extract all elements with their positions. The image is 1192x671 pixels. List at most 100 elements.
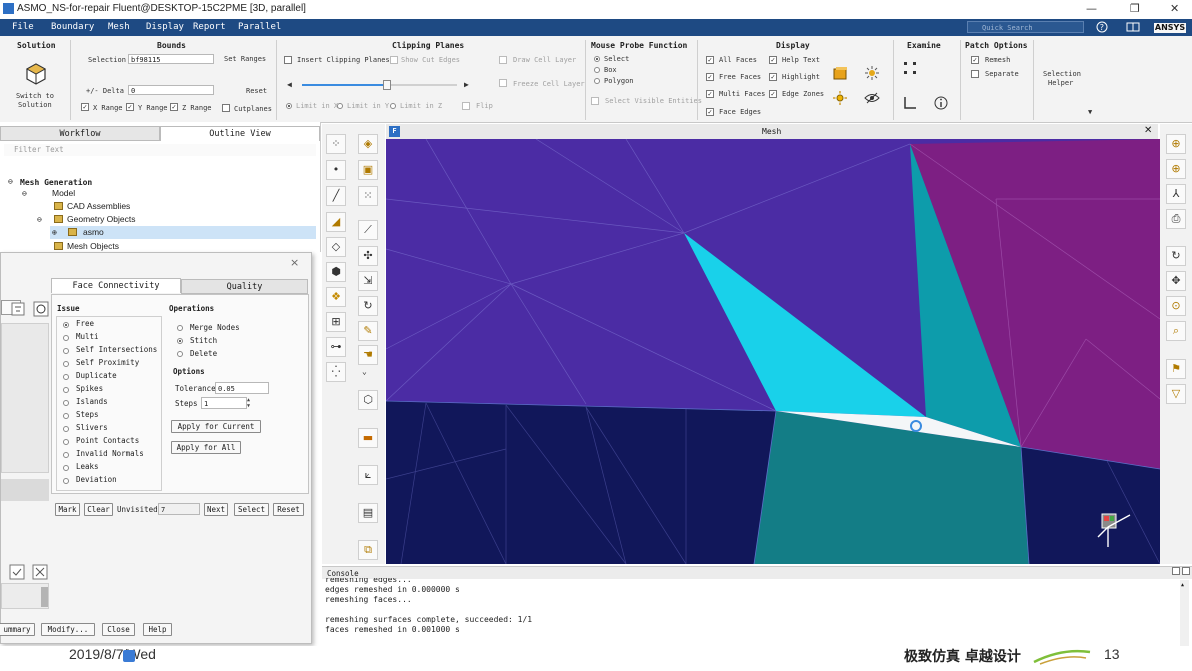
record-icon[interactable] bbox=[33, 301, 49, 317]
separate-checkbox[interactable] bbox=[971, 70, 979, 78]
free-faces-checkbox[interactable]: ✓ bbox=[706, 73, 714, 81]
insert-clipping-checkbox[interactable] bbox=[284, 56, 292, 64]
set-ranges-button[interactable]: Set Ranges bbox=[224, 55, 266, 63]
show-cut-edges-checkbox[interactable] bbox=[390, 56, 398, 64]
console-maximize-icon[interactable] bbox=[1172, 567, 1180, 575]
console-float-icon[interactable] bbox=[1182, 567, 1190, 575]
split-icon[interactable]: ✣ bbox=[358, 246, 378, 266]
issue-radio[interactable] bbox=[63, 465, 69, 471]
issue-radio[interactable] bbox=[63, 387, 69, 393]
zone-list-selected[interactable] bbox=[1, 479, 49, 501]
apply-all-button[interactable]: Apply for All bbox=[171, 441, 241, 454]
issue-radio[interactable] bbox=[63, 478, 69, 484]
collapse-icon[interactable]: ⊖ bbox=[37, 215, 42, 224]
clear-button[interactable]: Clear bbox=[84, 503, 113, 516]
scrollbar[interactable] bbox=[41, 587, 48, 607]
select-object-icon[interactable]: ◈ bbox=[358, 134, 378, 154]
issue-radio[interactable] bbox=[63, 374, 69, 380]
stitch-radio[interactable] bbox=[177, 338, 183, 344]
view-triangle-icon[interactable]: ▽ bbox=[1166, 384, 1186, 404]
slider-right-arrow[interactable]: ▶ bbox=[464, 80, 469, 89]
issue-radio[interactable] bbox=[63, 400, 69, 406]
switch-solution-icon[interactable] bbox=[25, 62, 47, 86]
rotate-view-icon[interactable]: ↻ bbox=[1166, 246, 1186, 266]
close-button[interactable]: Close bbox=[102, 623, 135, 636]
face-edges-checkbox[interactable]: ✓ bbox=[706, 108, 714, 116]
select-cell-icon[interactable]: ◇ bbox=[326, 237, 346, 257]
issue-radio[interactable] bbox=[63, 335, 69, 341]
tree-model[interactable]: Model bbox=[52, 188, 75, 198]
select-zone-icon[interactable]: ▣ bbox=[358, 160, 378, 180]
zoom-in-icon[interactable]: ⊕ bbox=[1166, 159, 1186, 179]
tree-mesh-objects[interactable]: Mesh Objects bbox=[67, 241, 119, 251]
dialog-close-icon[interactable]: × bbox=[290, 256, 299, 269]
reset-bounds-button[interactable]: Reset bbox=[246, 87, 267, 95]
select-body-icon[interactable]: ⬢ bbox=[326, 262, 346, 282]
remesh-checkbox[interactable]: ✓ bbox=[971, 56, 979, 64]
pen-icon[interactable]: ✎ bbox=[358, 321, 378, 341]
tree-asmo[interactable]: asmo bbox=[83, 227, 104, 237]
filter-input[interactable]: Filter Text bbox=[4, 144, 316, 156]
reset-button[interactable]: Reset bbox=[273, 503, 304, 516]
steps-spinner-icon[interactable]: ▲ ▼ bbox=[247, 397, 250, 409]
select-node-icon[interactable]: • bbox=[326, 160, 346, 180]
grid-select-icon[interactable]: ⁛ bbox=[326, 362, 346, 382]
filter-icon[interactable] bbox=[11, 302, 25, 316]
more-tools-icon[interactable]: ⌄ bbox=[362, 367, 367, 376]
zoom-box-icon[interactable]: ⌕ bbox=[1166, 321, 1186, 341]
select-points-icon[interactable]: ⁘ bbox=[326, 134, 346, 154]
steps-input[interactable]: 1 bbox=[201, 397, 247, 409]
collapse-icon[interactable]: ⊖ bbox=[22, 189, 27, 198]
flip-checkbox[interactable] bbox=[462, 102, 470, 110]
all-faces-checkbox[interactable]: ✓ bbox=[706, 56, 714, 64]
menu-display[interactable]: Display bbox=[146, 22, 184, 32]
limit-y-radio[interactable] bbox=[337, 103, 343, 109]
limit-z-radio[interactable] bbox=[390, 103, 396, 109]
next-button[interactable]: Next bbox=[204, 503, 228, 516]
tree-geometry-objects[interactable]: Geometry Objects bbox=[67, 214, 136, 224]
check-list-icon[interactable] bbox=[9, 564, 25, 580]
display-faces-icon[interactable] bbox=[832, 66, 848, 82]
console-scrollbar[interactable]: ▲ bbox=[1180, 580, 1189, 646]
probe-icon[interactable]: ⚑ bbox=[1166, 359, 1186, 379]
menu-file[interactable]: File bbox=[12, 22, 34, 32]
mesh-viewport[interactable] bbox=[386, 139, 1160, 564]
rotate-icon[interactable]: ↻ bbox=[358, 296, 378, 316]
issue-radio[interactable] bbox=[63, 322, 69, 328]
select-visible-checkbox[interactable] bbox=[591, 97, 599, 105]
issue-radio[interactable] bbox=[63, 439, 69, 445]
x-range-checkbox[interactable]: ✓ bbox=[81, 103, 89, 111]
selection-input[interactable]: bf98115 bbox=[128, 54, 214, 64]
ribbon-expand-icon[interactable]: ▼ bbox=[1088, 108, 1092, 116]
ruler-icon[interactable]: ▬ bbox=[358, 428, 378, 448]
issue-radio[interactable] bbox=[63, 361, 69, 367]
view-cube-icon[interactable]: ⬡ bbox=[358, 390, 378, 410]
cutplanes-checkbox[interactable] bbox=[222, 104, 230, 112]
clip-slider-thumb[interactable] bbox=[383, 80, 392, 90]
select-nodes-icon[interactable]: ⁙ bbox=[358, 186, 378, 206]
help-icon[interactable]: ? bbox=[1096, 21, 1108, 33]
edge-tool-icon[interactable]: ⟋ bbox=[358, 220, 378, 240]
limit-x-radio[interactable] bbox=[286, 103, 292, 109]
hand-icon[interactable]: ☚ bbox=[358, 345, 378, 365]
freeze-cell-layer-checkbox[interactable] bbox=[499, 79, 507, 87]
highlight-checkbox[interactable]: ✓ bbox=[769, 73, 777, 81]
line-select-icon[interactable]: ⊶ bbox=[326, 337, 346, 357]
collapse-icon[interactable]: ⊖ bbox=[8, 177, 13, 186]
mark-button[interactable]: Mark bbox=[55, 503, 80, 516]
clip-slider-track[interactable] bbox=[302, 84, 457, 86]
probe-select-radio[interactable] bbox=[594, 56, 600, 62]
merge-nodes-radio[interactable] bbox=[177, 325, 183, 331]
merge-icon[interactable]: ⇲ bbox=[358, 271, 378, 291]
issue-radio[interactable] bbox=[63, 348, 69, 354]
info-icon[interactable] bbox=[933, 95, 949, 111]
zoom-icon[interactable]: ⊙ bbox=[1166, 296, 1186, 316]
copy-icon[interactable]: ⧉ bbox=[358, 540, 378, 560]
uncheck-list-icon[interactable] bbox=[32, 564, 48, 580]
menu-report[interactable]: Report bbox=[193, 22, 226, 32]
slider-left-arrow[interactable]: ◀ bbox=[287, 80, 292, 89]
report-icon[interactable]: ▤ bbox=[358, 503, 378, 523]
tree-mesh-generation[interactable]: Mesh Generation bbox=[20, 178, 92, 187]
console-output[interactable]: remeshing edges... edges remeshed in 0.00… bbox=[325, 578, 1175, 646]
z-range-checkbox[interactable]: ✓ bbox=[170, 103, 178, 111]
